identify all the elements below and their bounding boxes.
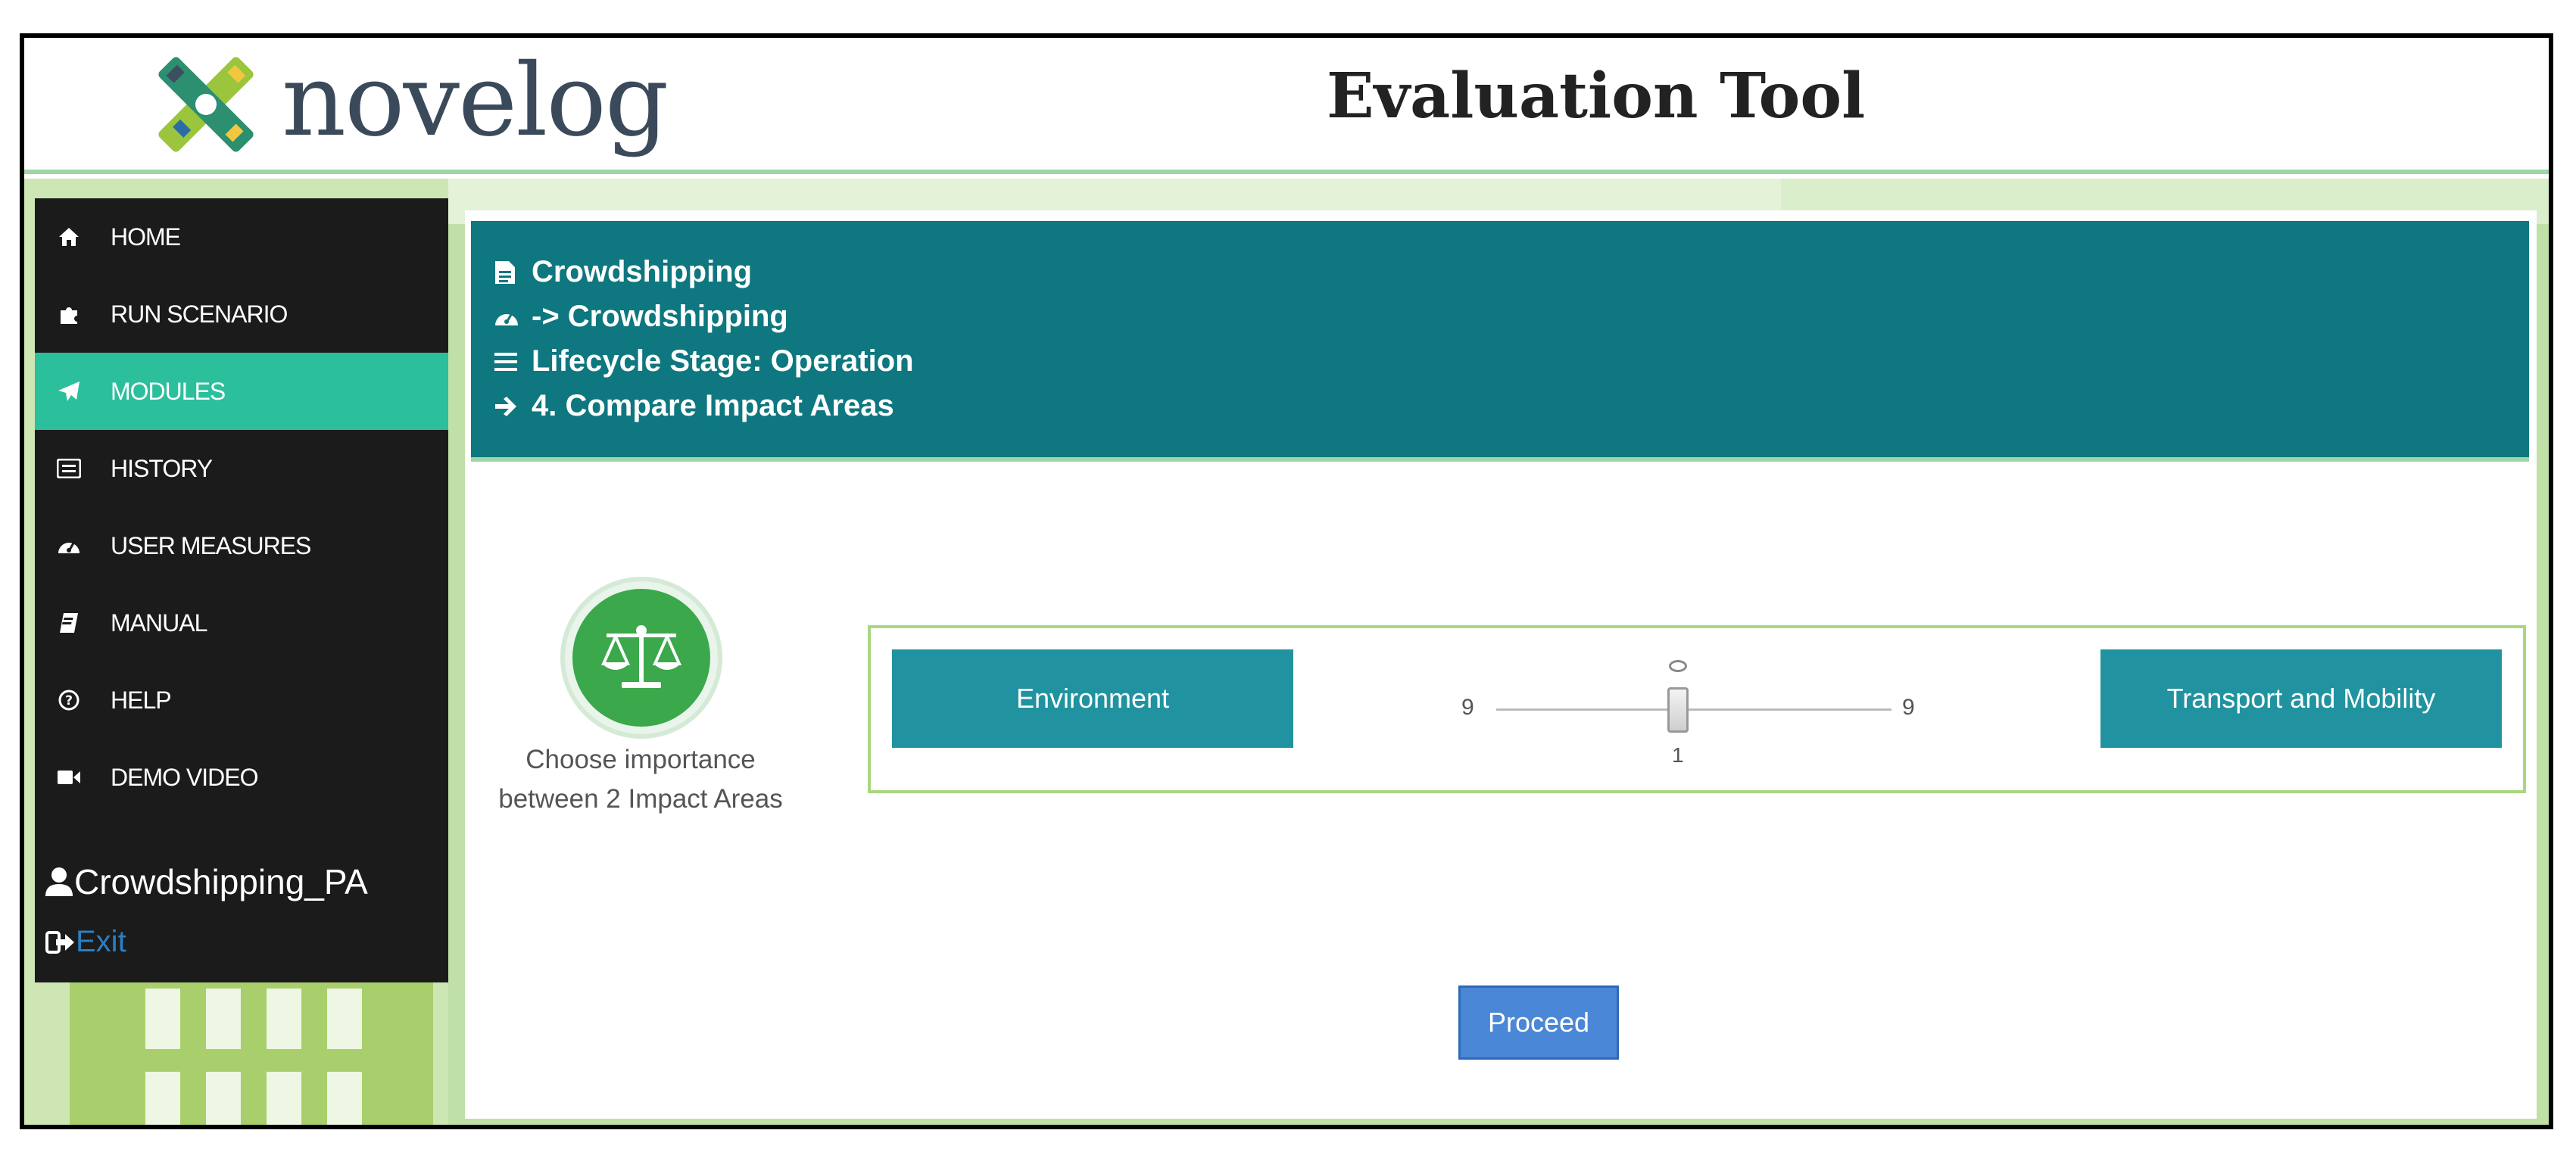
- slider-tooltip-marker: [1669, 660, 1687, 672]
- slider-min-label: 9: [1461, 695, 1474, 720]
- header: novelog Evaluation Tool: [24, 38, 2549, 174]
- breadcrumb-module: Crowdshipping: [494, 250, 2529, 294]
- compare-panel: Environment 9 1 9 Transport and Mobility: [868, 625, 2526, 793]
- sidebar-item-help[interactable]: ? HELP: [35, 662, 448, 739]
- video-camera-icon: [53, 769, 85, 786]
- sidebar-item-label: HELP: [111, 686, 172, 714]
- sidebar: HOME RUN SCENARIO MODULES HISTORY USER M…: [35, 198, 448, 982]
- impact-area-right[interactable]: Transport and Mobility: [2100, 649, 2502, 748]
- user-icon: [45, 867, 73, 896]
- balance-scale-icon: [572, 589, 710, 727]
- app-window: novelog Evaluation Tool HOME RUN SCENARI…: [20, 33, 2553, 1129]
- breadcrumb-text: -> Crowdshipping: [532, 300, 788, 333]
- file-text-icon: [494, 260, 527, 285]
- sidebar-item-label: MODULES: [111, 377, 226, 405]
- user-name: Crowdshipping_PA: [74, 862, 368, 901]
- logo-text: novelog: [282, 42, 669, 159]
- slider-value-label: 1: [1672, 743, 1684, 767]
- page-title: Evaluation Tool: [1327, 60, 1866, 132]
- slider-max-label: 9: [1902, 695, 1915, 720]
- current-user: Crowdshipping_PA: [44, 861, 368, 902]
- bars-icon: [494, 351, 527, 372]
- puzzle-icon: [53, 303, 85, 325]
- novelog-logo-icon: [158, 57, 254, 152]
- breadcrumb: Crowdshipping -> Crowdshipping Lifecycle…: [471, 221, 2529, 462]
- arrow-right-icon: [494, 396, 527, 417]
- svg-text:?: ?: [65, 693, 73, 708]
- importance-slider-track[interactable]: [1496, 708, 1891, 711]
- sidebar-item-home[interactable]: HOME: [35, 198, 448, 276]
- dashboard-icon: [53, 535, 85, 556]
- sidebar-item-run-scenario[interactable]: RUN SCENARIO: [35, 276, 448, 353]
- home-icon: [53, 226, 85, 248]
- breadcrumb-text: 4. Compare Impact Areas: [532, 389, 894, 422]
- sign-out-icon: [45, 930, 74, 954]
- importance-slider-handle[interactable]: [1667, 687, 1689, 733]
- sidebar-item-label: USER MEASURES: [111, 531, 311, 559]
- list-icon: [53, 459, 85, 478]
- dashboard-icon: [494, 306, 527, 328]
- balance-scale-badge: [560, 577, 722, 739]
- sidebar-item-demo-video[interactable]: DEMO VIDEO: [35, 739, 448, 816]
- breadcrumb-submodule: -> Crowdshipping: [494, 294, 2529, 339]
- question-icon: ?: [53, 689, 85, 711]
- breadcrumb-text: Crowdshipping: [532, 255, 753, 288]
- exit-label: Exit: [76, 925, 126, 958]
- compare-description: Choose importance between 2 Impact Areas: [498, 745, 783, 814]
- sidebar-item-modules[interactable]: MODULES: [35, 353, 448, 430]
- book-icon: [53, 612, 85, 634]
- breadcrumb-text: Lifecycle Stage: Operation: [532, 344, 914, 378]
- sidebar-item-label: HISTORY: [111, 454, 213, 482]
- exit-link[interactable]: Exit: [45, 925, 126, 959]
- sidebar-item-label: RUN SCENARIO: [111, 300, 288, 328]
- proceed-button[interactable]: Proceed: [1458, 985, 1619, 1060]
- main-panel: Crowdshipping -> Crowdshipping Lifecycle…: [465, 210, 2537, 1119]
- sidebar-item-label: MANUAL: [111, 609, 207, 637]
- impact-area-left[interactable]: Environment: [892, 649, 1293, 748]
- sidebar-item-history[interactable]: HISTORY: [35, 430, 448, 507]
- breadcrumb-step: 4. Compare Impact Areas: [494, 384, 2529, 428]
- sidebar-item-label: HOME: [111, 223, 181, 251]
- sidebar-item-manual[interactable]: MANUAL: [35, 584, 448, 662]
- sidebar-item-user-measures[interactable]: USER MEASURES: [35, 507, 448, 584]
- paper-plane-icon: [53, 380, 85, 403]
- sidebar-item-label: DEMO VIDEO: [111, 763, 258, 791]
- breadcrumb-lifecycle: Lifecycle Stage: Operation: [494, 339, 2529, 384]
